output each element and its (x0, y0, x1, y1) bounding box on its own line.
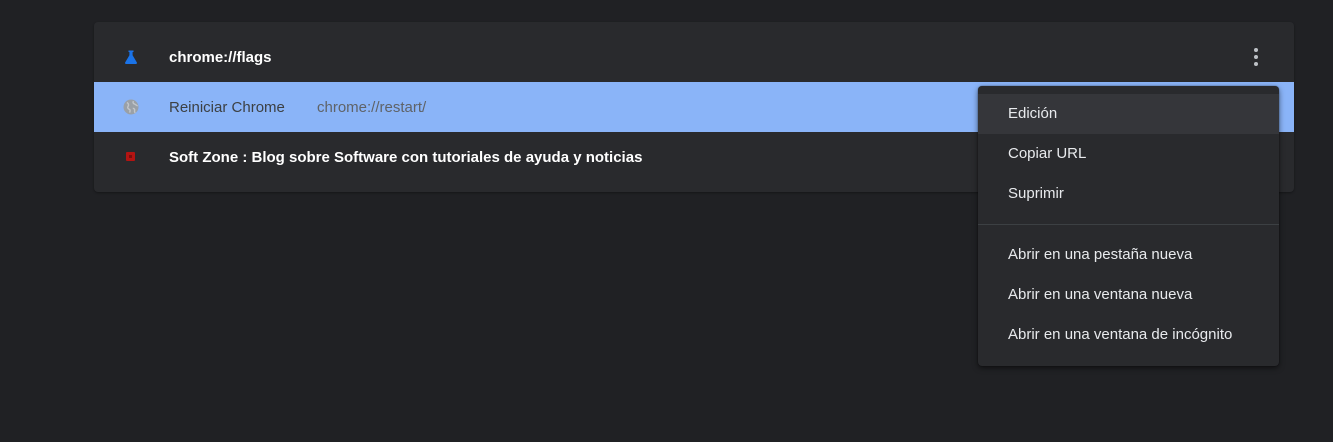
bookmark-row-chrome-flags[interactable]: chrome://flags (94, 32, 1294, 82)
menu-divider (978, 224, 1279, 225)
menu-item-open-new-window[interactable]: Abrir en una ventana nueva (978, 275, 1279, 315)
bookmark-title: Reiniciar Chrome (169, 98, 285, 116)
globe-icon (123, 99, 139, 115)
context-menu: Edición Copiar URL Suprimir Abrir en una… (978, 86, 1279, 366)
menu-item-copy-url[interactable]: Copiar URL (978, 134, 1279, 174)
menu-item-edit[interactable]: Edición (978, 94, 1279, 134)
bookmark-title: chrome://flags (169, 48, 272, 66)
menu-item-open-new-tab[interactable]: Abrir en una pestaña nueva (978, 235, 1279, 275)
flask-icon (125, 50, 137, 64)
menu-item-delete[interactable]: Suprimir (978, 174, 1279, 214)
more-vert-icon[interactable] (1244, 45, 1268, 69)
bookmark-url: chrome://restart/ (317, 98, 427, 116)
site-favicon (126, 152, 135, 161)
menu-item-open-incognito[interactable]: Abrir en una ventana de incógnito (978, 315, 1279, 355)
bookmark-title: Soft Zone : Blog sobre Software con tuto… (169, 148, 643, 166)
